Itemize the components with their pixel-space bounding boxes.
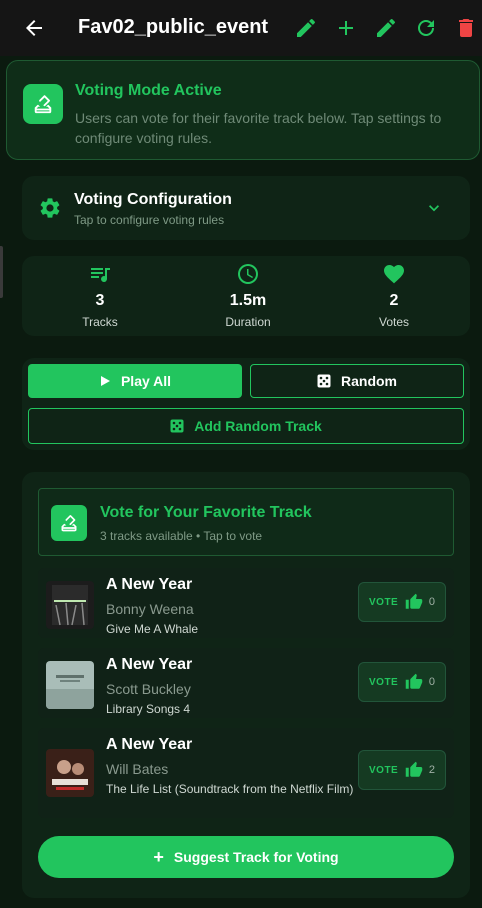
track-artist: Scott Buckley — [106, 681, 191, 697]
vote-button[interactable]: VOTE 2 — [358, 750, 446, 790]
refresh-icon[interactable] — [414, 16, 438, 40]
vote-header: Vote for Your Favorite Track 3 tracks av… — [38, 488, 454, 556]
ballot-icon — [23, 84, 63, 124]
gear-icon — [40, 198, 60, 218]
track-artist: Will Bates — [106, 761, 169, 777]
playlist-stats: 3 Tracks 1.5m Duration 2 Votes — [22, 256, 470, 336]
thumbs-up-icon — [405, 593, 422, 609]
stat-label: Tracks — [82, 315, 118, 329]
track-album: The Life List (Soundtrack from the Netfl… — [106, 782, 354, 796]
album-art — [46, 581, 94, 629]
track-album: Give Me A Whale — [106, 622, 199, 636]
track-title: A New Year — [106, 576, 193, 593]
stat-value: 2 — [389, 292, 399, 309]
vote-label: VOTE — [369, 676, 399, 688]
stat-tracks: 3 Tracks — [40, 256, 160, 336]
track-title: A New Year — [106, 736, 193, 753]
arrow-back-icon[interactable] — [22, 16, 46, 40]
play-all-label: Play All — [120, 373, 172, 389]
dice-icon — [317, 374, 331, 388]
vote-label: VOTE — [369, 764, 399, 776]
stat-value: 3 — [95, 292, 105, 309]
album-art — [46, 749, 94, 797]
stat-votes: 2 Votes — [334, 256, 454, 336]
banner-title: Voting Mode Active — [75, 82, 222, 99]
banner-description: Users can vote for their favorite track … — [75, 110, 442, 146]
config-title: Voting Configuration — [74, 191, 232, 208]
plus-icon[interactable] — [334, 16, 358, 40]
voting-configuration-panel[interactable]: Voting Configuration Tap to configure vo… — [22, 176, 470, 240]
thumbs-up-icon — [405, 673, 422, 689]
vote-button[interactable]: VOTE 0 — [358, 662, 446, 702]
vote-button[interactable]: VOTE 0 — [358, 582, 446, 622]
clock-icon — [238, 264, 258, 284]
app-bar: Fav02_public_event — [0, 0, 482, 56]
vote-count: 0 — [428, 596, 435, 608]
playback-actions: Play All Random Add Random Track — [22, 358, 470, 450]
vote-count: 2 — [428, 764, 435, 776]
edit-icon[interactable] — [374, 16, 398, 40]
drawer-handle[interactable] — [0, 246, 3, 298]
play-all-button[interactable]: Play All — [28, 364, 242, 398]
track-item[interactable]: A New Year Will Bates The Life List (Sou… — [38, 728, 454, 818]
pencil-icon[interactable] — [294, 16, 318, 40]
voting-mode-banner: Voting Mode Active Users can vote for th… — [6, 60, 480, 160]
plus-icon: + — [153, 846, 164, 867]
track-album: Library Songs 4 — [106, 702, 191, 716]
heart-icon — [384, 265, 404, 284]
track-item[interactable]: A New Year Bonny Weena Give Me A Whale V… — [38, 568, 454, 638]
add-random-track-button[interactable]: Add Random Track — [28, 408, 464, 444]
suggest-label: Suggest Track for Voting — [173, 849, 339, 865]
track-title: A New Year — [106, 656, 193, 673]
playlist-icon — [91, 268, 110, 283]
track-item[interactable]: A New Year Scott Buckley Library Songs 4… — [38, 648, 454, 718]
add-random-track-label: Add Random Track — [194, 418, 322, 434]
config-subtitle: Tap to configure voting rules — [74, 213, 225, 227]
suggest-track-button[interactable]: + Suggest Track for Voting — [38, 836, 454, 878]
track-artist: Bonny Weena — [106, 601, 194, 617]
content-area[interactable]: Voting Mode Active Users can vote for th… — [0, 56, 482, 908]
thumbs-up-icon — [405, 761, 422, 777]
chevron-down-icon[interactable] — [424, 198, 444, 218]
stat-label: Votes — [378, 315, 410, 329]
vote-subtitle: 3 tracks available • Tap to vote — [100, 529, 263, 543]
vote-section: Vote for Your Favorite Track 3 tracks av… — [22, 472, 470, 898]
vote-count: 0 — [428, 676, 435, 688]
dice-icon — [170, 419, 184, 433]
stat-duration: 1.5m Duration — [188, 256, 308, 336]
random-button[interactable]: Random — [250, 364, 464, 398]
play-icon — [100, 376, 110, 386]
page-title: Fav02_public_event — [78, 16, 269, 38]
album-art — [46, 661, 94, 709]
ballot-icon — [51, 505, 87, 541]
random-label: Random — [341, 373, 397, 389]
stat-value: 1.5m — [229, 292, 267, 309]
trash-icon[interactable] — [454, 16, 478, 40]
vote-label: VOTE — [369, 596, 399, 608]
vote-title: Vote for Your Favorite Track — [100, 504, 312, 521]
stat-label: Duration — [225, 315, 271, 329]
